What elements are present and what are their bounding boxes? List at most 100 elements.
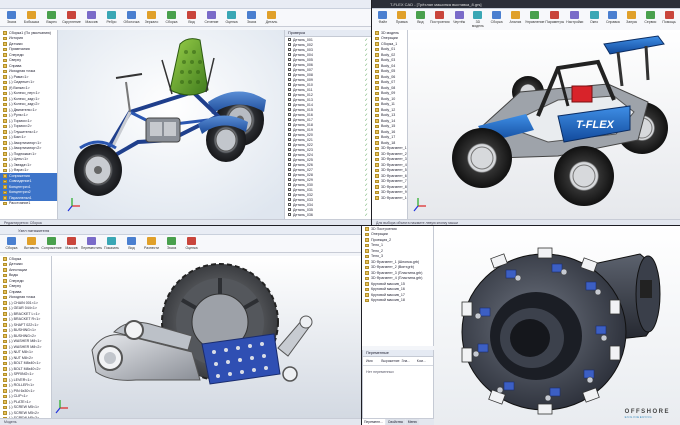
checkbox[interactable] [288,93,291,96]
ribbon-button[interactable]: Деталь [263,11,280,24]
checkbox[interactable] [288,73,291,76]
model-tree-cutter[interactable]: 3D Построения Операции Проекция_2 Тело_1 Тел… [362,226,434,346]
ribbon-button[interactable]: Показать [103,237,120,250]
checkbox[interactable] [288,158,291,161]
ribbon-button[interactable]: Вырез [43,11,60,24]
checkbox[interactable] [288,183,291,186]
ribbon-button[interactable]: Вид [123,237,140,250]
checkbox[interactable] [288,133,291,136]
ribbon-button[interactable]: Запуск [624,11,640,28]
ribbon-button[interactable]: Массив [63,237,80,250]
ribbon-button[interactable]: Оценка [223,11,240,24]
checkbox[interactable] [288,83,291,86]
checkbox[interactable] [288,138,291,141]
checkbox[interactable] [288,198,291,201]
feature-tree-trike[interactable]: Сборка1 (По умолчанию) История Датчики Прим… [0,30,58,219]
column-header[interactable]: Зна... [402,359,415,363]
column-header[interactable]: Выражение [381,359,399,363]
tree-item-label: Body_05 [381,69,396,74]
ribbon-button[interactable]: Файл [375,11,391,28]
panel-tab[interactable]: Переменн... [362,419,385,425]
checkbox[interactable] [288,148,291,151]
ribbon-button[interactable]: Оболочка [123,11,140,24]
checkbox[interactable] [288,108,291,111]
checkbox[interactable] [288,163,291,166]
tree-item[interactable]: Расстояние1 [0,201,57,207]
feature-tree-tensioner[interactable]: Сборка Датчики Аннотации Виды Спереди Сверху С… [0,256,52,418]
checkbox[interactable] [288,43,291,46]
checkbox[interactable] [288,78,291,81]
ribbon-button[interactable]: Чертёж [451,11,467,28]
checkbox[interactable] [288,38,291,41]
ribbon-button[interactable]: Сервис [643,11,659,28]
panel-tab[interactable]: Меню [405,419,419,425]
ribbon-button[interactable]: Помощь [661,11,677,28]
ribbon-button[interactable]: Оценка [183,237,200,250]
ribbon-button[interactable]: Анализ [508,11,524,28]
model-tree-buggy[interactable]: 3D модель Операции Сборка_1 Body_01 Body_02 B… [372,30,408,219]
tree-item[interactable]: 3D Фрагмент_10 (Бак) [372,195,407,201]
checkbox[interactable] [288,53,291,56]
ribbon-button[interactable]: Вид [183,11,200,24]
ribbon-button[interactable]: Бобышка [23,11,40,24]
column-header[interactable]: Имя [366,359,379,363]
ribbon-button[interactable]: Ребро [103,11,120,24]
ribbon-button[interactable]: Сборка [3,237,20,250]
ribbon-button[interactable]: Сборка [489,11,505,28]
checkbox[interactable] [288,118,291,121]
check-row[interactable]: Деталь_036 ✓ [285,212,371,217]
ribbon-button[interactable]: Параметры [545,11,564,28]
ribbon-button[interactable]: Сборка [163,11,180,24]
checkbox[interactable] [288,203,291,206]
viewport-buggy[interactable]: T-FLEX [408,30,680,219]
checkbox[interactable] [288,63,291,66]
ribbon-button[interactable]: Эскиз [3,11,20,24]
checkbox[interactable] [288,208,291,211]
checkbox[interactable] [288,153,291,156]
check-row-label: Деталь_008 [293,72,313,77]
tree-item[interactable]: Круговой массив_18 [362,298,433,304]
ribbon-button[interactable]: Сопряжение [41,237,62,250]
ribbon-button[interactable]: Правка [394,11,410,28]
viewport-trike[interactable] [58,30,284,219]
checkbox[interactable] [288,173,291,176]
ribbon-button[interactable]: Эскиз [243,11,260,24]
panel-tab[interactable]: Свойства [385,419,405,425]
ribbon-button[interactable]: Сечение [203,11,220,24]
checkbox[interactable] [288,58,291,61]
checkbox[interactable] [288,143,291,146]
checkbox[interactable] [288,193,291,196]
ribbon-button[interactable]: 3D модель [470,11,486,28]
ribbon-button[interactable]: Зеркало [143,11,160,24]
ribbon-button[interactable]: Разнести [143,237,160,250]
ribbon-button[interactable]: Управление [525,11,544,28]
checkbox[interactable] [288,98,291,101]
checkbox[interactable] [288,113,291,116]
checkbox[interactable] [288,128,291,131]
ribbon-button[interactable]: Настройки [566,11,583,28]
ribbon-button[interactable]: Вставить [23,237,40,250]
checkbox[interactable] [288,48,291,51]
viewport-tensioner[interactable] [52,256,362,418]
tree-item[interactable]: Сборка1 (По умолчанию) [0,30,57,36]
checkbox[interactable] [288,123,291,126]
checkbox[interactable] [288,68,291,71]
ribbon-button[interactable]: Переместить [81,237,102,250]
viewport-cutter[interactable] [434,226,680,425]
ribbon-button[interactable]: Массив [83,11,100,24]
ribbon-button[interactable]: Скругление [62,11,81,24]
ribbon-button[interactable]: Окно [586,11,602,28]
checkbox[interactable] [288,213,291,216]
checkbox[interactable] [288,103,291,106]
checkbox[interactable] [288,178,291,181]
checkbox[interactable] [288,88,291,91]
ribbon-button[interactable]: Эскиз [163,237,180,250]
checkbox[interactable] [288,188,291,191]
ribbon-button[interactable]: Вид [413,11,429,28]
tree-item[interactable]: 3D Фрагмент_4 (Пластина.grb) [362,276,433,282]
ribbon-button[interactable]: Построения [430,11,449,28]
column-header[interactable]: Ком... [417,359,430,363]
tree-item[interactable]: 3D Фрагмент_3 (Пластина.grb) [362,270,433,276]
checkbox[interactable] [288,168,291,171]
ribbon-button[interactable]: Справка [605,11,621,28]
